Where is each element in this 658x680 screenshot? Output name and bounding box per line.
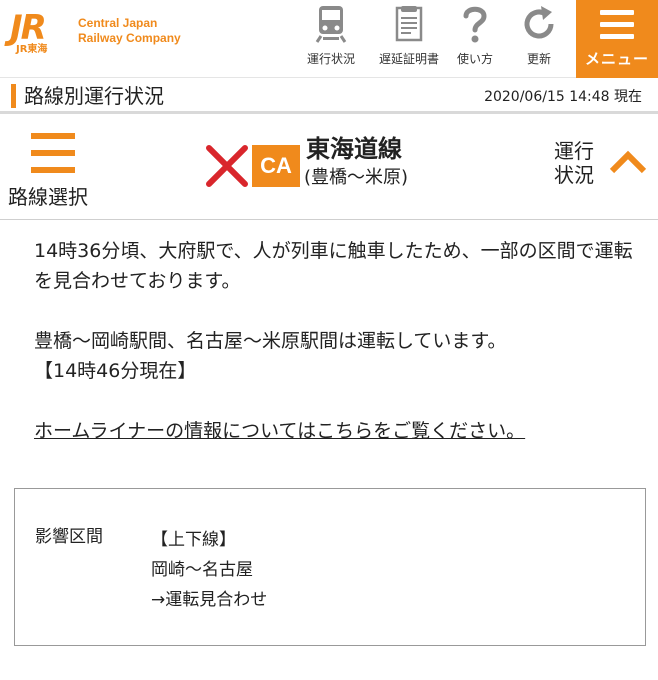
- train-icon: [315, 6, 347, 43]
- title-bar: 路線別運行状況 2020/06/15 14:48 現在: [0, 78, 658, 114]
- affected-section-box: 影響区間 【上下線】 岡崎〜名古屋 →運転見合わせ: [14, 488, 646, 646]
- menu-button[interactable]: メニュー: [576, 0, 658, 78]
- line-range: (豊橋〜米原): [304, 167, 409, 188]
- operation-note-time: 【14時46分現在】: [34, 360, 197, 382]
- refresh-icon: [524, 6, 554, 39]
- jr-central-logo[interactable]: JR JR東海 Central Japan Railway Company: [8, 10, 198, 62]
- refresh-button[interactable]: 更新: [505, 4, 573, 70]
- operation-note: 豊橋〜岡崎駅間、名古屋〜米原駅間は運転しています。 【14時46分現在】: [34, 326, 644, 386]
- home-liner-link[interactable]: ホームライナーの情報についてはこちらをご覧ください。: [34, 420, 525, 442]
- affected-direction: 【上下線】: [151, 530, 236, 550]
- operation-note-line: 豊橋〜岡崎駅間、名古屋〜米原駅間は運転しています。: [34, 330, 507, 352]
- affected-section: 岡崎〜名古屋: [151, 560, 253, 580]
- delay-certificate-button[interactable]: 遅延証明書: [370, 4, 448, 70]
- refresh-label: 更新: [526, 52, 551, 66]
- logo-sub: JR東海: [16, 44, 48, 55]
- line-code-badge: CA: [252, 145, 300, 187]
- app-header: JR JR東海 Central Japan Railway Company 運行…: [0, 0, 658, 78]
- logo-line1: Central Japan: [78, 16, 158, 30]
- help-label: 使い方: [456, 52, 493, 66]
- home-liner-paragraph: ホームライナーの情報についてはこちらをご覧ください。: [34, 416, 644, 446]
- status-button[interactable]: 運行状況: [297, 4, 365, 70]
- affected-section-label: 影響区間: [35, 527, 103, 547]
- hamburger-icon: [31, 133, 75, 173]
- logo-mark: JR: [10, 8, 47, 48]
- question-icon: [463, 6, 487, 43]
- chevron-up-icon: [609, 150, 647, 174]
- affected-status: →運転見合わせ: [151, 590, 268, 610]
- menu-label: メニュー: [584, 50, 649, 68]
- hamburger-icon: [600, 10, 634, 40]
- route-select-label: 路線選択: [8, 185, 88, 209]
- route-select-button[interactable]: 路線選択: [8, 129, 108, 211]
- status-content: 14時36分頃、大府駅で、人が列車に触車したため、一部の区間で運転を見合わせてお…: [34, 236, 644, 446]
- affected-section-value: 【上下線】 岡崎〜名古屋 →運転見合わせ: [151, 525, 267, 615]
- logo-line2: Railway Company: [78, 31, 181, 45]
- status-message: 14時36分頃、大府駅で、人が列車に触車したため、一部の区間で運転を見合わせてお…: [34, 240, 633, 292]
- help-button[interactable]: 使い方: [441, 4, 509, 70]
- timestamp: 2020/06/15 14:48 現在: [484, 89, 642, 105]
- certificate-icon: [395, 6, 423, 42]
- status-toggle-button[interactable]: 運行状況: [550, 139, 658, 199]
- status-button-label: 運行状況: [306, 52, 355, 66]
- status-toggle-label: 運行状況: [554, 139, 594, 187]
- page-title: 路線別運行状況: [24, 84, 164, 108]
- logo-text: Central Japan Railway Company: [78, 16, 181, 46]
- delay-certificate-label: 遅延証明書: [378, 52, 439, 66]
- line-bar: 路線選択 CA 東海道線 (豊橋〜米原) 運行状況: [0, 117, 658, 220]
- x-mark-icon: [206, 145, 248, 187]
- title-accent: [11, 84, 16, 108]
- line-name: 東海道線: [306, 135, 402, 163]
